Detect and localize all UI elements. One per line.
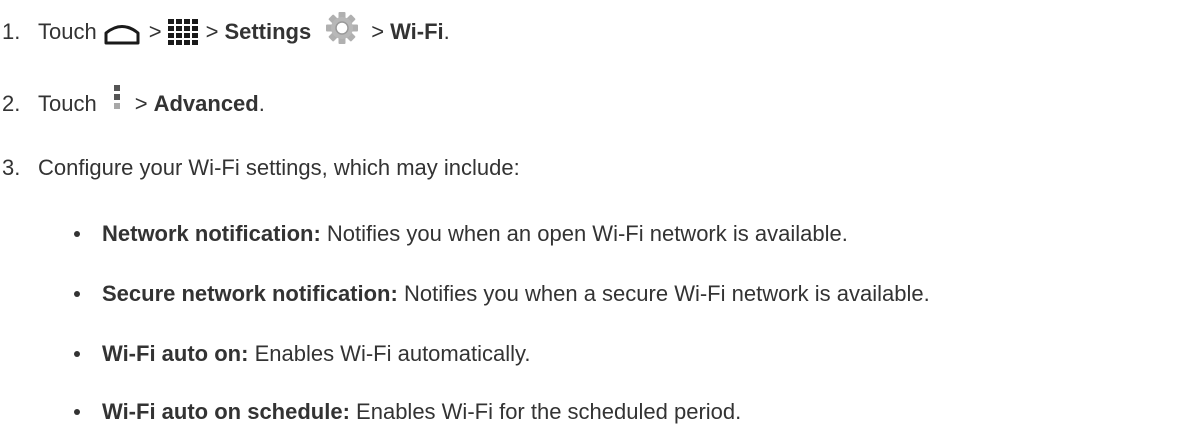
period: .	[258, 91, 265, 116]
option-label: Wi-Fi auto on:	[102, 341, 249, 366]
overflow-menu-icon	[113, 85, 121, 115]
option-label: Network notification:	[102, 221, 321, 246]
touch-text: Touch	[38, 91, 97, 116]
option-wifi-auto-on: Wi-Fi auto on: Enables Wi-Fi automatical…	[72, 334, 530, 374]
option-label: Wi-Fi auto on schedule:	[102, 399, 350, 424]
option-wifi-auto-on-schedule: Wi-Fi auto on schedule: Enables Wi-Fi fo…	[72, 392, 741, 432]
apps-grid-icon	[167, 19, 200, 45]
option-desc: Notifies you when a secure Wi-Fi network…	[403, 281, 930, 306]
separator: >	[148, 19, 162, 44]
period: .	[443, 19, 450, 44]
settings-gear-icon	[325, 11, 359, 45]
step-number: 1.	[2, 19, 21, 44]
separator: >	[134, 91, 148, 116]
step-text: Configure your Wi-Fi settings, which may…	[38, 155, 520, 180]
option-label: Secure network notification:	[102, 281, 398, 306]
option-desc: Enables Wi-Fi for the scheduled period.	[356, 399, 742, 424]
bullet	[74, 291, 80, 297]
bullet	[74, 409, 80, 415]
separator: >	[205, 19, 219, 44]
settings-label: Settings	[224, 19, 312, 44]
option-secure-network-notification: Secure network notification: Notifies yo…	[72, 274, 930, 314]
step-number: 2.	[2, 91, 21, 116]
advanced-label: Advanced	[153, 91, 259, 116]
separator: >	[371, 19, 385, 44]
option-desc: Enables Wi-Fi automatically.	[254, 341, 531, 366]
step-3: 3. Configure your Wi-Fi settings, which …	[0, 148, 520, 188]
option-desc: Notifies you when an open Wi-Fi network …	[326, 221, 848, 246]
option-network-notification: Network notification: Notifies you when …	[72, 214, 848, 254]
touch-text: Touch	[38, 19, 97, 44]
step-1: 1. Touch > > Settings > Wi-Fi .	[0, 12, 450, 52]
bullet	[74, 231, 80, 237]
step-number: 3.	[2, 155, 21, 180]
home-icon	[103, 19, 141, 45]
wifi-label: Wi-Fi	[390, 19, 444, 44]
step-2: 2. Touch > Advanced .	[0, 84, 265, 124]
bullet	[74, 351, 80, 357]
